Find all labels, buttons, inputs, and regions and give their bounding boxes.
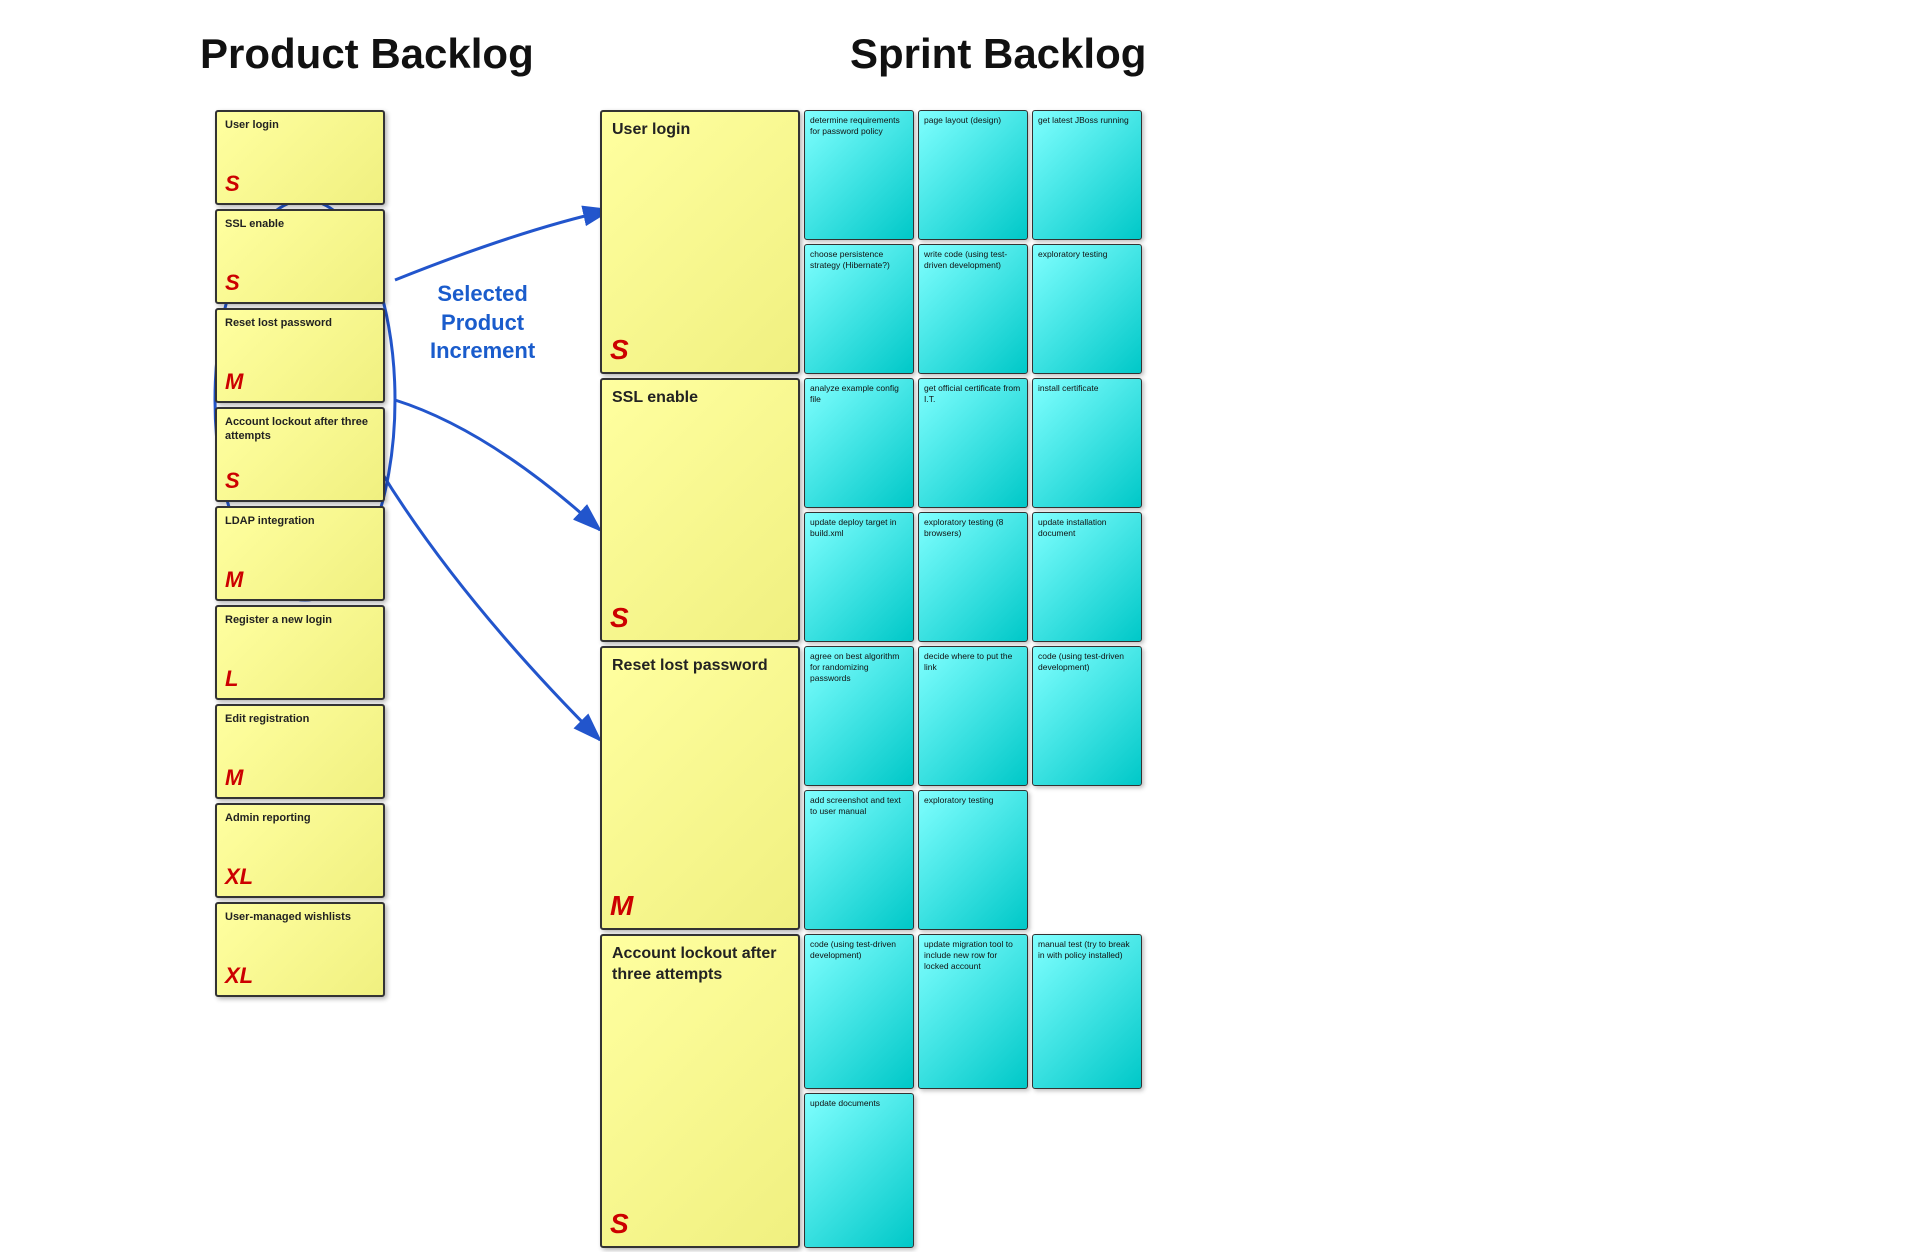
sprint-task-col-3-1: update migration tool to include new row…	[918, 934, 1028, 1089]
backlog-card-size-3: S	[225, 468, 240, 494]
sprint-story-title-1: SSL enable	[612, 388, 788, 409]
backlog-card-size-0: S	[225, 171, 240, 197]
backlog-card-3[interactable]: Account lockout after three attempts S	[215, 407, 385, 502]
task-card-2-1-1[interactable]: exploratory testing	[918, 790, 1028, 930]
product-backlog-title: Product Backlog	[200, 30, 534, 77]
sprint-story-card-3[interactable]: Account lockout after three attempts S	[600, 934, 800, 1248]
task-card-0-0-0[interactable]: determine requirements for password poli…	[804, 110, 914, 240]
task-card-1-2-0[interactable]: install certificate	[1032, 378, 1142, 508]
sprint-story-size-2: M	[610, 890, 633, 922]
sprint-task-col-3-0: code (using test-driven development)upda…	[804, 934, 914, 1248]
sprint-task-col-0-0: determine requirements for password poli…	[804, 110, 914, 374]
task-card-0-0-1[interactable]: choose persistence strategy (Hibernate?)	[804, 244, 914, 374]
task-card-2-0-1[interactable]: add screenshot and text to user manual	[804, 790, 914, 930]
backlog-card-size-8: XL	[225, 963, 253, 989]
sprint-task-col-3-2: manual test (try to break in with policy…	[1032, 934, 1142, 1089]
backlog-card-7[interactable]: Admin reporting XL	[215, 803, 385, 898]
sprint-area: User login S determine requirements for …	[600, 110, 1142, 1252]
task-card-1-1-1[interactable]: exploratory testing (8 browsers)	[918, 512, 1028, 642]
backlog-card-size-5: L	[225, 666, 238, 692]
sprint-backlog-title: Sprint Backlog	[850, 30, 1146, 77]
backlog-card-2[interactable]: Reset lost password M	[215, 308, 385, 403]
sprint-story-card-2[interactable]: Reset lost password M	[600, 646, 800, 930]
backlog-card-title-1: SSL enable	[225, 217, 375, 231]
backlog-card-size-1: S	[225, 270, 240, 296]
sprint-row-1: SSL enable S analyze example config file…	[600, 378, 1142, 642]
sprint-row-0: User login S determine requirements for …	[600, 110, 1142, 374]
sprint-story-title-3: Account lockout after three attempts	[612, 944, 788, 986]
sprint-story-title-0: User login	[612, 120, 788, 141]
task-card-0-1-0[interactable]: page layout (design)	[918, 110, 1028, 240]
backlog-card-size-2: M	[225, 369, 243, 395]
backlog-card-5[interactable]: Register a new login L	[215, 605, 385, 700]
task-card-1-0-0[interactable]: analyze example config file	[804, 378, 914, 508]
task-card-1-1-0[interactable]: get official certificate from I.T.	[918, 378, 1028, 508]
sprint-task-col-1-2: install certificateupdate installation d…	[1032, 378, 1142, 642]
backlog-column: User login S SSL enable S Reset lost pas…	[215, 110, 385, 997]
backlog-card-title-4: LDAP integration	[225, 514, 375, 528]
task-card-3-0-0[interactable]: code (using test-driven development)	[804, 934, 914, 1089]
task-card-0-2-0[interactable]: get latest JBoss running	[1032, 110, 1142, 240]
backlog-card-size-4: M	[225, 567, 243, 593]
sprint-task-col-0-1: page layout (design)write code (using te…	[918, 110, 1028, 374]
task-card-3-1-0[interactable]: update migration tool to include new row…	[918, 934, 1028, 1089]
backlog-card-0[interactable]: User login S	[215, 110, 385, 205]
backlog-card-4[interactable]: LDAP integration M	[215, 506, 385, 601]
sprint-story-size-0: S	[610, 334, 629, 366]
backlog-card-size-6: M	[225, 765, 243, 791]
task-card-1-0-1[interactable]: update deploy target in build.xml	[804, 512, 914, 642]
sprint-story-title-2: Reset lost password	[612, 656, 788, 677]
sprint-task-col-2-2: code (using test-driven development)	[1032, 646, 1142, 786]
sprint-task-col-2-1: decide where to put the linkexploratory …	[918, 646, 1028, 930]
backlog-card-title-2: Reset lost password	[225, 316, 375, 330]
sprint-row-3: Account lockout after three attempts S c…	[600, 934, 1142, 1248]
backlog-card-title-6: Edit registration	[225, 712, 375, 726]
backlog-card-6[interactable]: Edit registration M	[215, 704, 385, 799]
sprint-task-col-1-1: get official certificate from I.T.explor…	[918, 378, 1028, 642]
task-card-3-2-0[interactable]: manual test (try to break in with policy…	[1032, 934, 1142, 1089]
backlog-card-8[interactable]: User-managed wishlists XL	[215, 902, 385, 997]
task-card-1-2-1[interactable]: update installation document	[1032, 512, 1142, 642]
backlog-card-title-3: Account lockout after three attempts	[225, 415, 375, 444]
sprint-row-2: Reset lost password M agree on best algo…	[600, 646, 1142, 930]
task-card-2-2-0[interactable]: code (using test-driven development)	[1032, 646, 1142, 786]
backlog-card-title-7: Admin reporting	[225, 811, 375, 825]
task-card-0-2-1[interactable]: exploratory testing	[1032, 244, 1142, 374]
sprint-task-col-0-2: get latest JBoss runningexploratory test…	[1032, 110, 1142, 374]
sprint-story-card-1[interactable]: SSL enable S	[600, 378, 800, 642]
backlog-card-title-0: User login	[225, 118, 375, 132]
selected-increment-label: SelectedProductIncrement	[430, 280, 535, 366]
task-card-0-1-1[interactable]: write code (using test-driven developmen…	[918, 244, 1028, 374]
task-card-2-1-0[interactable]: decide where to put the link	[918, 646, 1028, 786]
sprint-task-col-2-0: agree on best algorithm for randomizing …	[804, 646, 914, 930]
sprint-task-col-1-0: analyze example config fileupdate deploy…	[804, 378, 914, 642]
backlog-card-1[interactable]: SSL enable S	[215, 209, 385, 304]
backlog-card-size-7: XL	[225, 864, 253, 890]
backlog-card-title-5: Register a new login	[225, 613, 375, 627]
sprint-story-size-1: S	[610, 602, 629, 634]
task-card-3-0-1[interactable]: update documents	[804, 1093, 914, 1248]
sprint-story-card-0[interactable]: User login S	[600, 110, 800, 374]
task-card-2-0-0[interactable]: agree on best algorithm for randomizing …	[804, 646, 914, 786]
backlog-card-title-8: User-managed wishlists	[225, 910, 375, 924]
sprint-story-size-3: S	[610, 1208, 629, 1240]
